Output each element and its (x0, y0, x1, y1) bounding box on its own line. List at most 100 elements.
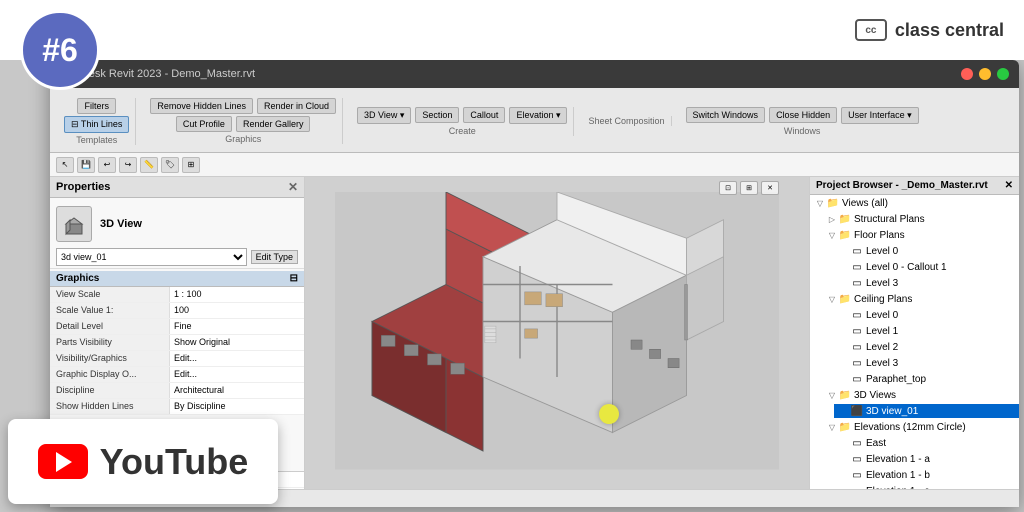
tree-row-ceiling-plans[interactable]: ▽ 📁 Ceiling Plans (822, 292, 1019, 306)
prop-section-toggle[interactable]: ⊟ (290, 273, 298, 284)
maximize-button[interactable] (997, 68, 1009, 80)
ribbon-label-graphics: Graphics (225, 134, 261, 144)
view-btn-1[interactable]: ⊡ (719, 181, 737, 195)
ribbon-btn-render-cloud[interactable]: Render in Cloud (257, 98, 336, 114)
tree-row-3dview01[interactable]: ⬛ 3D view_01 (834, 404, 1019, 418)
ribbon-btn-close-hidden[interactable]: Close Hidden (769, 107, 837, 123)
ribbon-label-sheet: Sheet Composition (588, 116, 664, 126)
tree-row-level3-fp[interactable]: ▭ Level 3 (834, 276, 1019, 290)
toolbar-icon-save[interactable]: 💾 (77, 157, 95, 173)
edit-type-button[interactable]: Edit Type (251, 250, 298, 264)
ribbon-btn-3d-view[interactable]: 3D View ▾ (357, 107, 411, 124)
tree-label-elev1b: Elevation 1 - b (866, 470, 930, 481)
ribbon-group-windows: Switch Windows Close Hidden User Interfa… (680, 107, 925, 136)
ribbon-btn-thin-lines[interactable]: ⊟ Thin Lines (64, 116, 129, 133)
prop-name-parts-vis: Parts Visibility (50, 335, 170, 350)
tree-icon-elev1a: ▭ (850, 453, 864, 465)
properties-close-button[interactable]: ✕ (288, 180, 298, 194)
browser-close-button[interactable]: ✕ (1005, 180, 1013, 191)
tree-item-level3-fp: ▭ Level 3 (810, 275, 1019, 291)
tree-label-level3-fp: Level 3 (866, 278, 898, 289)
3d-view-area[interactable]: ⊡ ⊞ ✕ TOP R F (305, 177, 809, 504)
toolbar-icon-measure[interactable]: 📏 (140, 157, 158, 173)
prop-section-graphics: Graphics ⊟ (50, 271, 304, 287)
tree-row-paraphet[interactable]: ▭ Paraphet_top (834, 372, 1019, 386)
prop-value-show-hidden[interactable]: By Discipline (170, 399, 304, 414)
ribbon-btn-elevation[interactable]: Elevation ▾ (509, 107, 567, 124)
prop-name-discipline: Discipline (50, 383, 170, 398)
prop-value-scale-value[interactable]: 100 (170, 303, 304, 318)
tree-icon-level3-fp: ▭ (850, 277, 864, 289)
tree-icon-views-all: 📁 (826, 197, 840, 209)
tree-toggle-elevations[interactable]: ▽ (826, 421, 838, 433)
browser-title: Project Browser - _Demo_Master.rvt (816, 180, 988, 191)
tree-icon-ceiling-plans: 📁 (838, 293, 852, 305)
toolbar-icon-ref[interactable]: ⊞ (182, 157, 200, 173)
tree-toggle-floor-plans[interactable]: ▽ (826, 229, 838, 241)
prop-value-vis-graphics[interactable]: Edit... (170, 351, 304, 366)
toolbar-icon-undo[interactable]: ↩ (98, 157, 116, 173)
view-name-select[interactable]: 3d view_01 (56, 248, 247, 266)
prop-value-view-scale[interactable]: 1 : 100 (170, 287, 304, 302)
prop-value-graphic-display[interactable]: Edit... (170, 367, 304, 382)
tree-row-structural-plans[interactable]: ▷ 📁 Structural Plans (822, 212, 1019, 226)
prop-value-detail-level[interactable]: Fine (170, 319, 304, 334)
toolbar-icon-redo[interactable]: ↪ (119, 157, 137, 173)
tree-row-ceiling-l2[interactable]: ▭ Level 2 (834, 340, 1019, 354)
tree-row-east[interactable]: ▭ East (834, 436, 1019, 450)
tree-label-east: East (866, 438, 886, 449)
browser-header: Project Browser - _Demo_Master.rvt ✕ (810, 177, 1019, 195)
youtube-play-icon (56, 452, 72, 472)
tree-toggle-3d-views[interactable]: ▽ (826, 389, 838, 401)
tree-icon-elev1b: ▭ (850, 469, 864, 481)
tree-row-3d-views[interactable]: ▽ 📁 3D Views (822, 388, 1019, 402)
tree-label-ceiling-l1: Level 1 (866, 326, 898, 337)
ribbon-btn-user-interface[interactable]: User Interface ▾ (841, 107, 919, 124)
tree-item-ceiling-l1: ▭ Level 1 (810, 323, 1019, 339)
brand-name: class central (895, 20, 1004, 41)
cc-logo: cc class central (855, 19, 1004, 41)
ribbon-btn-cut-profile[interactable]: Cut Profile (176, 116, 232, 132)
tree-row-ceiling-l0[interactable]: ▭ Level 0 (834, 308, 1019, 322)
tree-label-elev1a: Elevation 1 - a (866, 454, 930, 465)
tree-toggle-structural[interactable]: ▷ (826, 213, 838, 225)
view-btn-2[interactable]: ⊞ (740, 181, 758, 195)
tree-row-ceiling-l3[interactable]: ▭ Level 3 (834, 356, 1019, 370)
ribbon-btn-filters[interactable]: Filters (77, 98, 116, 114)
tree-icon-floor-plans: 📁 (838, 229, 852, 241)
panel-icon-row: 3D View (50, 198, 304, 246)
tree-toggle-ceiling-plans[interactable]: ▽ (826, 293, 838, 305)
tree-row-views-all[interactable]: ▽ 📁 Views (all) (810, 196, 1019, 210)
tree-row-elev1b[interactable]: ▭ Elevation 1 - b (834, 468, 1019, 482)
close-button[interactable] (961, 68, 973, 80)
ribbon-group-graphics: Remove Hidden Lines Render in Cloud Cut … (144, 98, 343, 144)
toolbar-icon-select[interactable]: ↖ (56, 157, 74, 173)
ribbon-btn-section[interactable]: Section (415, 107, 459, 123)
prop-name-detail-level: Detail Level (50, 319, 170, 334)
ribbon-btn-switch-windows[interactable]: Switch Windows (686, 107, 766, 123)
ribbon-btn-render-gallery[interactable]: Render Gallery (236, 116, 311, 132)
toolbar-row: ↖ 💾 ↩ ↪ 📏 🏷 ⊞ (50, 153, 1019, 177)
ribbon-label-templates: Templates (76, 135, 117, 145)
minimize-button[interactable] (979, 68, 991, 80)
title-bar: Autodesk Revit 2023 - Demo_Master.rvt (50, 60, 1019, 88)
tree-row-level0[interactable]: ▭ Level 0 (834, 244, 1019, 258)
tree-label-floor-plans: Floor Plans (854, 230, 905, 241)
3d-view-icon-svg (60, 210, 88, 238)
prop-value-parts-vis[interactable]: Show Original (170, 335, 304, 350)
tree-toggle-views-all[interactable]: ▽ (814, 197, 826, 209)
tree-row-elev1a[interactable]: ▭ Elevation 1 - a (834, 452, 1019, 466)
tree-label-elevations: Elevations (12mm Circle) (854, 422, 966, 433)
ribbon-btn-remove-hidden[interactable]: Remove Hidden Lines (150, 98, 253, 114)
tree-row-floor-plans[interactable]: ▽ 📁 Floor Plans (822, 228, 1019, 242)
tree-label-3d-views: 3D Views (854, 390, 896, 401)
ribbon-btn-callout[interactable]: Callout (463, 107, 505, 123)
view-btn-3[interactable]: ✕ (761, 181, 779, 195)
cc-icon: cc (855, 19, 887, 41)
toolbar-icon-tag[interactable]: 🏷 (161, 157, 179, 173)
prop-value-discipline[interactable]: Architectural (170, 383, 304, 398)
tree-row-ceiling-l1[interactable]: ▭ Level 1 (834, 324, 1019, 338)
tree-row-level0-callout[interactable]: ▭ Level 0 - Callout 1 (834, 260, 1019, 274)
tree-item-east: ▭ East (810, 435, 1019, 451)
tree-row-elevations[interactable]: ▽ 📁 Elevations (12mm Circle) (822, 420, 1019, 434)
